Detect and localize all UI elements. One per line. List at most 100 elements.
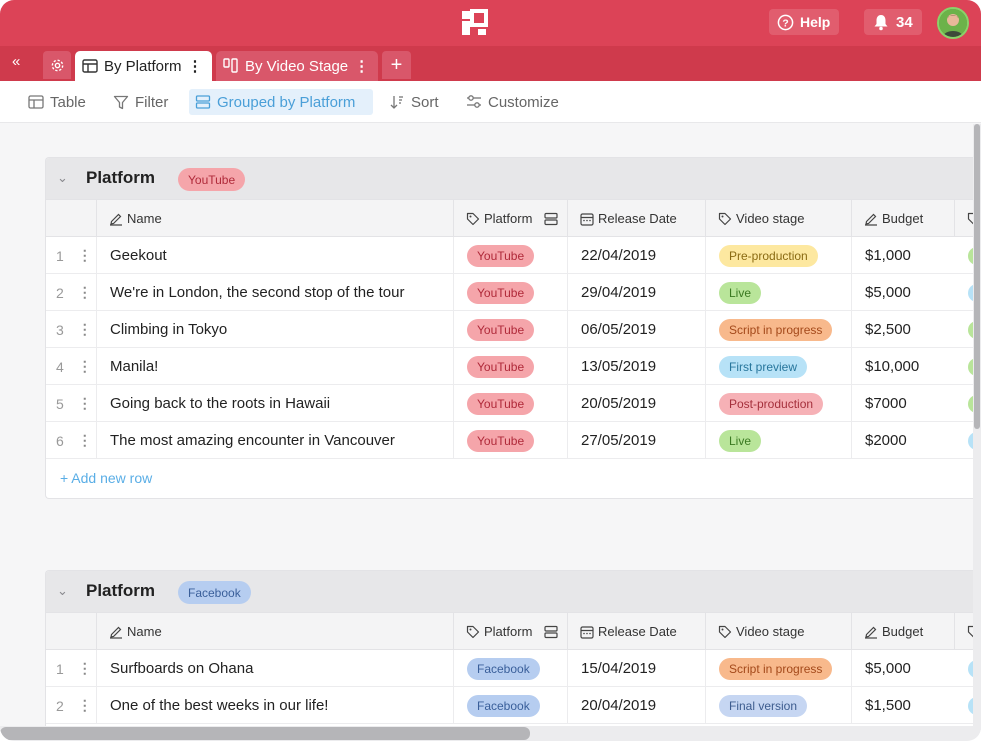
row-menu-icon[interactable]: ⋮ <box>78 247 92 264</box>
cell-name[interactable]: We're in London, the second stop of the … <box>96 274 453 311</box>
column-header-release-date[interactable]: Release Date <box>567 613 705 650</box>
cell-release-date[interactable]: 15/04/2019 <box>567 650 705 687</box>
top-header: ? Help 34 <box>0 0 981 46</box>
table-row[interactable]: 2 ⋮ One of the best weeks in our life! Fa… <box>46 687 981 724</box>
table-row[interactable]: 1 ⋮ Surfboards on Ohana Facebook 15/04/20… <box>46 650 981 687</box>
group-header: ⌄ Platform Facebook <box>46 571 981 612</box>
cell-budget[interactable]: $10,000 <box>851 348 954 385</box>
cell-name[interactable]: Manila! <box>96 348 453 385</box>
row-number: 5 ⋮ <box>56 395 92 412</box>
cell-name[interactable]: The most amazing encounter in Vancouver <box>96 422 453 459</box>
cell-budget[interactable]: $7000 <box>851 385 954 422</box>
person-icon <box>939 9 967 37</box>
column-header-platform[interactable]: Platform <box>453 613 567 650</box>
column-header-name[interactable]: Name <box>96 200 453 237</box>
group-header: ⌄ Platform YouTube <box>46 158 981 199</box>
sort-button[interactable]: Sort <box>383 89 445 115</box>
tab-menu-icon[interactable]: ⋮ <box>188 57 203 75</box>
row-menu-icon[interactable]: ⋮ <box>78 284 92 301</box>
column-header-budget[interactable]: Budget <box>851 200 954 237</box>
cell-platform[interactable]: YouTube <box>453 348 567 385</box>
column-header-video-stage[interactable]: Video stage <box>705 613 851 650</box>
tab-label: By Video Stage <box>245 57 349 75</box>
column-header-platform[interactable]: Platform <box>453 200 567 237</box>
cell-name[interactable]: Going back to the roots in Hawaii <box>96 385 453 422</box>
cell-release-date[interactable]: 22/04/2019 <box>567 237 705 274</box>
cell-platform[interactable]: YouTube <box>453 311 567 348</box>
row-menu-icon[interactable]: ⋮ <box>78 660 92 677</box>
chevron-down-icon[interactable]: ⌄ <box>57 170 68 186</box>
help-label: Help <box>800 14 831 30</box>
cell-name[interactable]: One of the best weeks in our life! <box>96 687 453 724</box>
cell-budget[interactable]: $1,500 <box>851 687 954 724</box>
cell-release-date[interactable]: 13/05/2019 <box>567 348 705 385</box>
user-avatar[interactable] <box>937 7 969 39</box>
cell-video-stage[interactable]: First preview <box>705 348 851 385</box>
table-row[interactable]: 3 ⋮ Climbing in Tokyo YouTube 06/05/2019 … <box>46 311 981 348</box>
row-menu-icon[interactable]: ⋮ <box>78 432 92 449</box>
group-by-button[interactable]: Grouped by Platform <box>189 89 373 115</box>
cell-platform[interactable]: YouTube <box>453 385 567 422</box>
cell-name[interactable]: Geekout <box>96 237 453 274</box>
table-row[interactable]: 4 ⋮ Manila! YouTube 13/05/2019 First prev… <box>46 348 981 385</box>
tab-by-video-stage[interactable]: By Video Stage ⋮ <box>216 51 378 81</box>
customize-button[interactable]: Customize <box>460 89 565 115</box>
row-menu-icon[interactable]: ⋮ <box>78 395 92 412</box>
column-label: Release Date <box>598 624 677 639</box>
cell-video-stage[interactable]: Post-production <box>705 385 851 422</box>
tab-menu-icon[interactable]: ⋮ <box>354 57 369 75</box>
help-button[interactable]: ? Help <box>769 9 839 35</box>
cell-video-stage[interactable]: Script in progress <box>705 311 851 348</box>
cell-video-stage[interactable]: Final version <box>705 687 851 724</box>
cell-platform[interactable]: YouTube <box>453 274 567 311</box>
collapse-sidebar-icon[interactable]: « <box>12 53 20 70</box>
cell-budget[interactable]: $2,500 <box>851 311 954 348</box>
cell-release-date[interactable]: 20/04/2019 <box>567 687 705 724</box>
column-header-budget[interactable]: Budget <box>851 613 954 650</box>
cell-platform[interactable]: YouTube <box>453 422 567 459</box>
chevron-down-icon[interactable]: ⌄ <box>57 583 68 599</box>
cell-release-date[interactable]: 20/05/2019 <box>567 385 705 422</box>
table-row[interactable]: 6 ⋮ The most amazing encounter in Vancouv… <box>46 422 981 459</box>
calendar-icon <box>580 625 594 639</box>
pencil-icon <box>865 626 877 639</box>
table-row[interactable]: 2 ⋮ We're in London, the second stop of t… <box>46 274 981 311</box>
table-row[interactable]: 1 ⋮ Geekout YouTube 22/04/2019 Pre-produc… <box>46 237 981 274</box>
column-header-video-stage[interactable]: Video stage <box>705 200 851 237</box>
cell-release-date[interactable]: 06/05/2019 <box>567 311 705 348</box>
view-settings-button[interactable] <box>43 51 71 79</box>
table-row[interactable]: 5 ⋮ Going back to the roots in Hawaii You… <box>46 385 981 422</box>
cell-name[interactable]: Climbing in Tokyo <box>96 311 453 348</box>
row-menu-icon[interactable]: ⋮ <box>78 321 92 338</box>
horizontal-scrollbar-thumb[interactable] <box>0 727 530 740</box>
column-header-name[interactable]: Name <box>96 613 453 650</box>
cell-platform[interactable]: Facebook <box>453 650 567 687</box>
vertical-scrollbar-thumb[interactable] <box>974 124 980 429</box>
cell-budget[interactable]: $1,000 <box>851 237 954 274</box>
cell-budget[interactable]: $5,000 <box>851 274 954 311</box>
column-header-release-date[interactable]: Release Date <box>567 200 705 237</box>
cell-name[interactable]: Surfboards on Ohana <box>96 650 453 687</box>
row-menu-icon[interactable]: ⋮ <box>78 697 92 714</box>
cell-release-date[interactable]: 27/05/2019 <box>567 422 705 459</box>
row-menu-icon[interactable]: ⋮ <box>78 358 92 375</box>
group-facebook: ⌄ Platform Facebook Name Platform Releas… <box>45 570 981 730</box>
row-number: 2 ⋮ <box>56 697 92 714</box>
tab-by-platform[interactable]: By Platform ⋮ <box>75 51 212 81</box>
add-row-button[interactable]: + Add new row <box>46 459 981 497</box>
app-logo-icon[interactable] <box>460 9 488 37</box>
filter-button[interactable]: Filter <box>107 89 174 115</box>
stage-pill: Pre-production <box>719 244 818 267</box>
notifications-button[interactable]: 34 <box>864 9 922 35</box>
table-view-button[interactable]: Table <box>22 89 92 115</box>
cell-video-stage[interactable]: Script in progress <box>705 650 851 687</box>
cell-budget[interactable]: $5,000 <box>851 650 954 687</box>
cell-platform[interactable]: YouTube <box>453 237 567 274</box>
cell-video-stage[interactable]: Live <box>705 274 851 311</box>
cell-video-stage[interactable]: Pre-production <box>705 237 851 274</box>
cell-platform[interactable]: Facebook <box>453 687 567 724</box>
add-view-button[interactable]: + <box>382 51 411 79</box>
cell-video-stage[interactable]: Live <box>705 422 851 459</box>
cell-budget[interactable]: $2000 <box>851 422 954 459</box>
cell-release-date[interactable]: 29/04/2019 <box>567 274 705 311</box>
